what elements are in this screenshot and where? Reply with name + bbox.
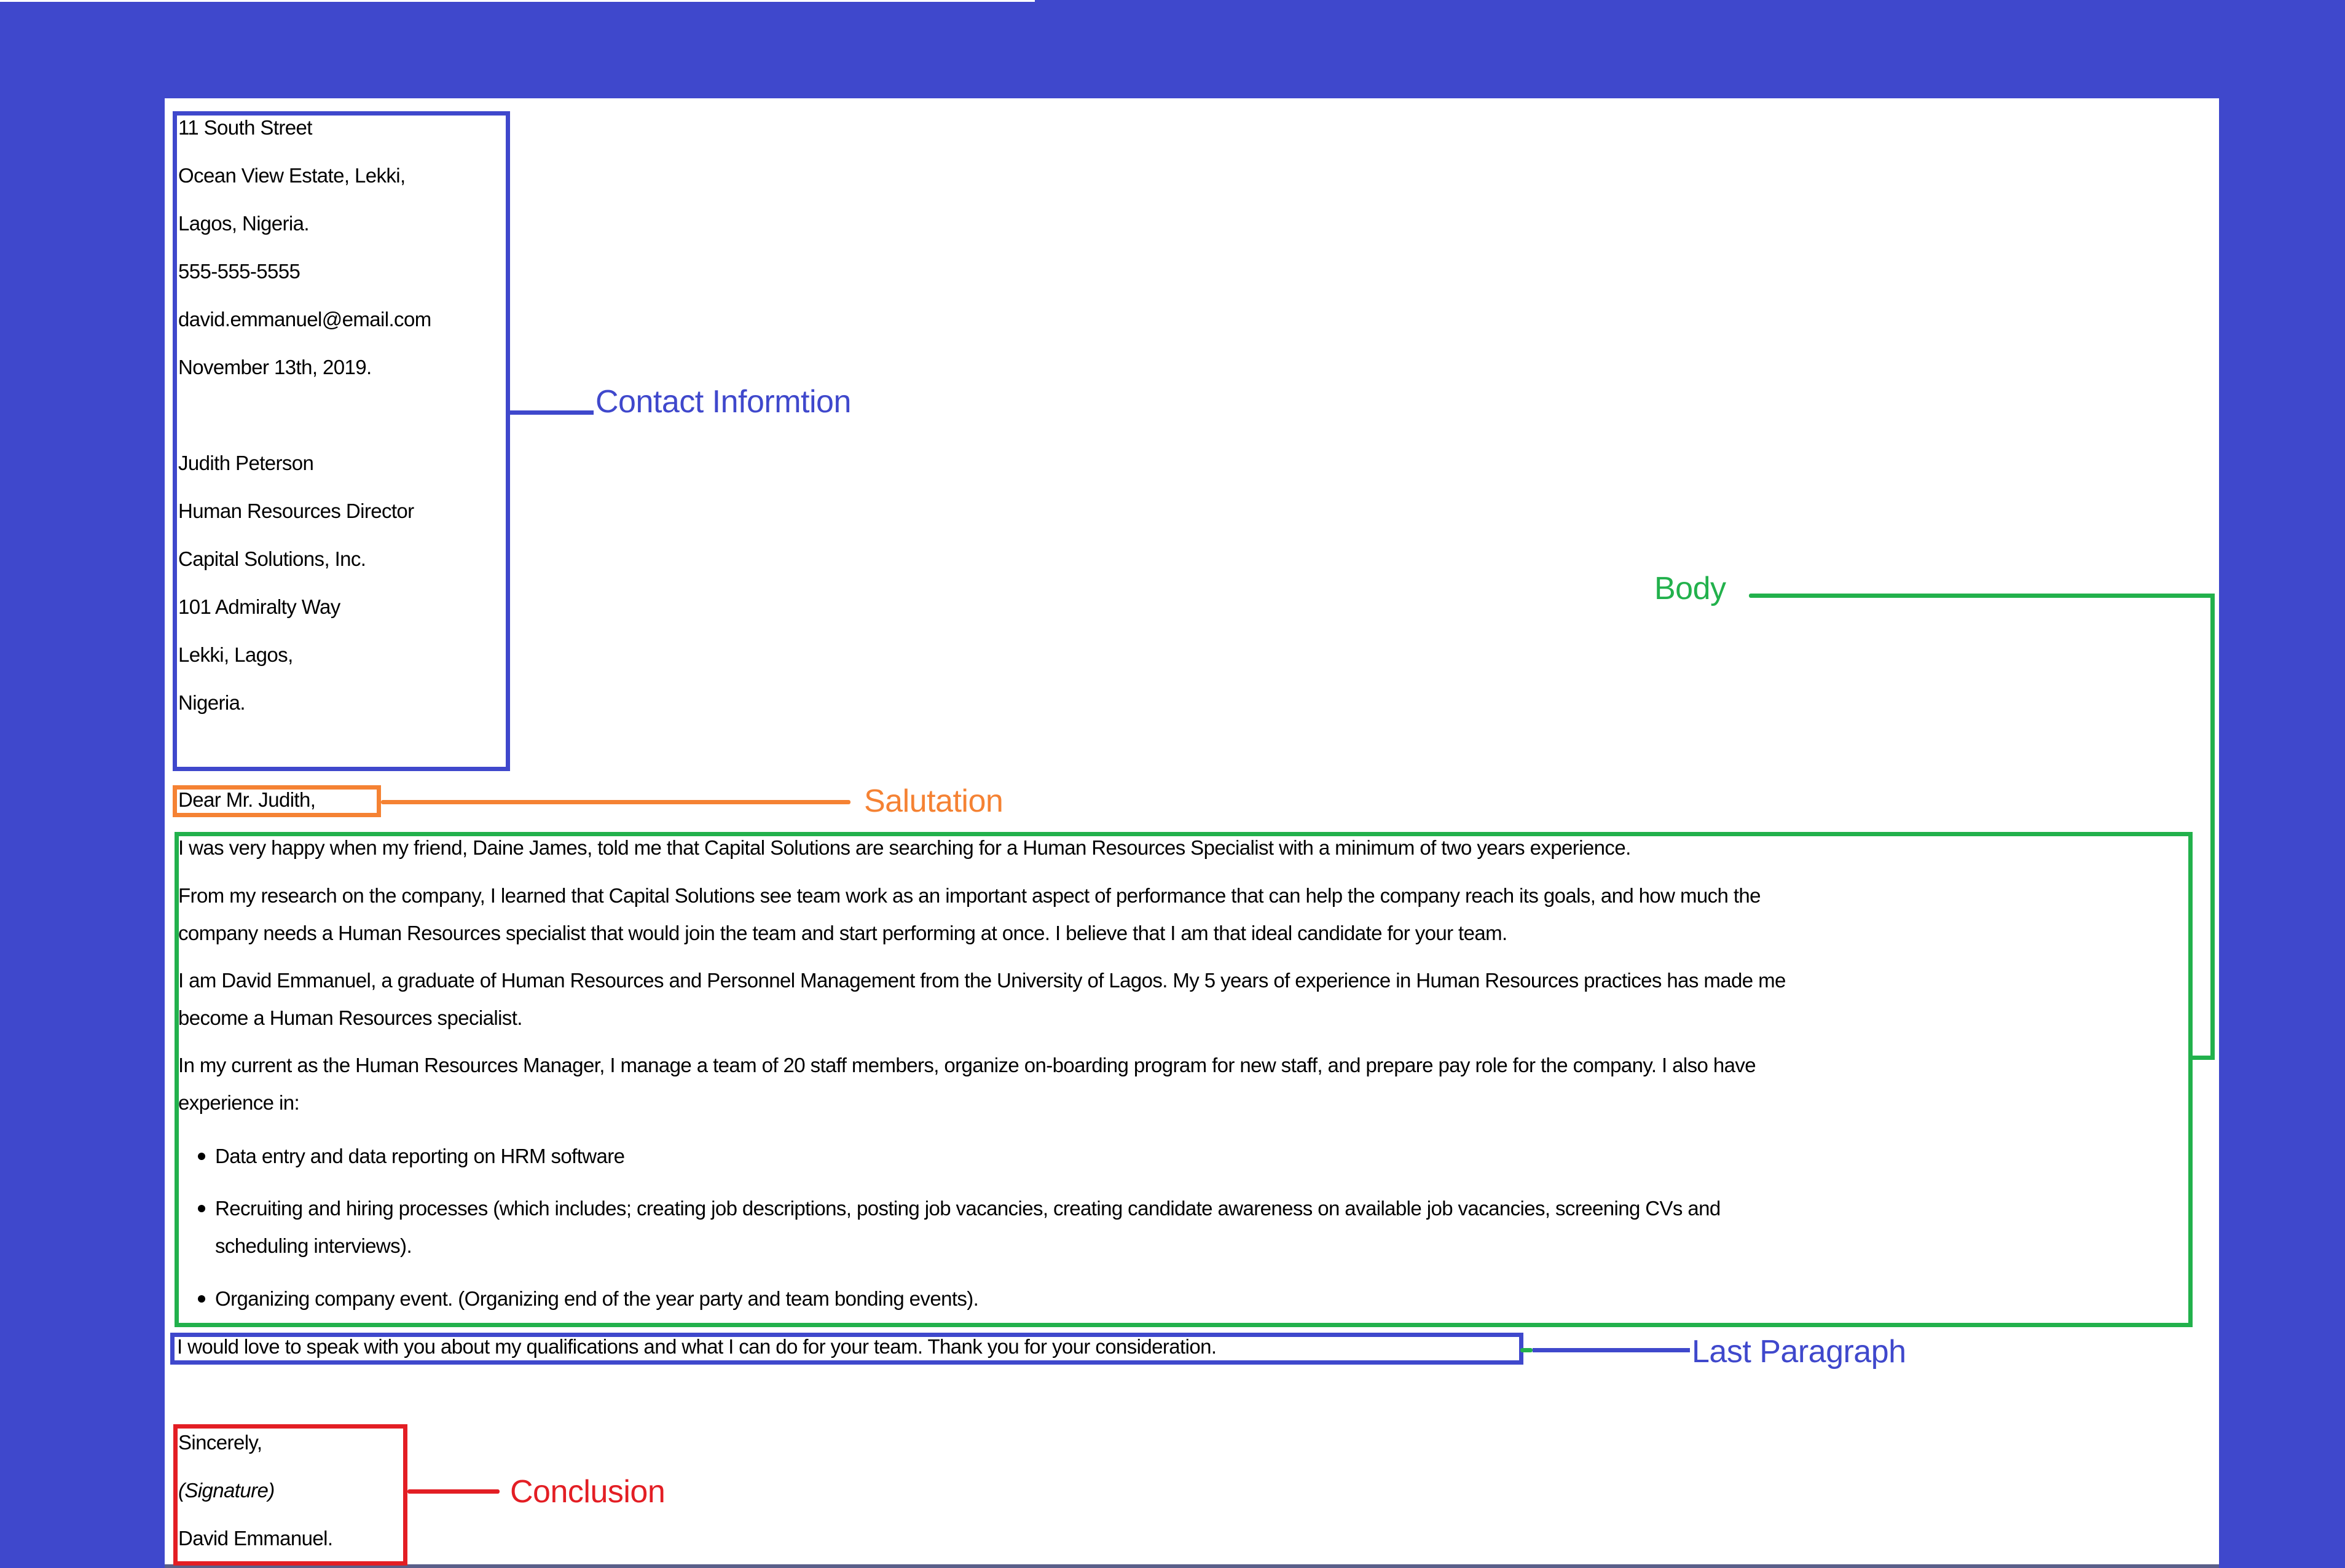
body-line: In my current as the Human Resources Man…: [178, 1054, 1756, 1076]
body-paragraph-1: I was very happy when my friend, Daine J…: [178, 836, 1631, 860]
body-line: I was very happy when my friend, Daine J…: [178, 836, 1631, 859]
recipient-name: Judith Peterson: [178, 452, 314, 474]
body-paragraph-4: In my current as the Human Resources Man…: [178, 1053, 1756, 1115]
sender-city: Lagos, Nigeria.: [178, 212, 310, 235]
body-connector-top: [1749, 594, 2215, 598]
sender-phone: 555-555-5555: [178, 260, 300, 283]
body-connector-vertical: [2210, 594, 2215, 1060]
salutation-text: Dear Mr. Judith,: [178, 788, 316, 811]
last-paragraph-connector: [1533, 1348, 1690, 1352]
bullet-item-2: Recruiting and hiring processes (which i…: [215, 1196, 1721, 1258]
body-annotation-label: Body: [1654, 571, 1726, 606]
bullet-line: scheduling interviews).: [215, 1234, 412, 1257]
recipient-country: Nigeria.: [178, 691, 246, 714]
recipient-company: Capital Solutions, Inc.: [178, 547, 366, 570]
sender-estate: Ocean View Estate, Lekki,: [178, 164, 406, 187]
letter-date: November 13th, 2019.: [178, 356, 372, 378]
recipient-title: Human Resources Director: [178, 500, 414, 522]
body-paragraph-3: I am David Emmanuel, a graduate of Human…: [178, 968, 1786, 1030]
closing-sign-off: Sincerely,: [178, 1431, 262, 1454]
top-edge-strip: [0, 0, 1035, 2]
contact-annotation-label: Contact Informtion: [595, 384, 851, 420]
sender-street: 11 South Street: [178, 116, 312, 139]
last-paragraph-annotation-label: Last Paragraph: [1692, 1334, 1906, 1370]
body-line: I am David Emmanuel, a graduate of Human…: [178, 969, 1786, 992]
closing-name: David Emmanuel.: [178, 1527, 333, 1550]
bullet-item-3: Organizing company event. (Organizing en…: [215, 1287, 979, 1311]
salutation-connector: [381, 800, 850, 804]
bullet-icon: [198, 1153, 205, 1160]
bullet-icon: [198, 1295, 205, 1303]
page-bottom-edge: [165, 1564, 2219, 1568]
contact-info-box: [173, 111, 510, 771]
body-line: become a Human Resources specialist.: [178, 1006, 522, 1029]
closing-signature: (Signature): [178, 1479, 275, 1502]
body-line: company needs a Human Resources speciali…: [178, 922, 1507, 944]
conclusion-annotation-label: Conclusion: [510, 1474, 666, 1510]
conclusion-connector: [407, 1489, 500, 1494]
bullet-item-1: Data entry and data reporting on HRM sof…: [215, 1144, 625, 1169]
recipient-street: 101 Admiralty Way: [178, 595, 340, 618]
body-line: experience in:: [178, 1091, 300, 1114]
body-paragraph-2: From my research on the company, I learn…: [178, 884, 1761, 946]
bullet-line: Data entry and data reporting on HRM sof…: [215, 1145, 625, 1167]
last-paragraph-connector-stub: [1520, 1348, 1533, 1352]
recipient-city: Lekki, Lagos,: [178, 643, 293, 666]
bullet-line: Organizing company event. (Organizing en…: [215, 1287, 979, 1310]
bullet-line: Recruiting and hiring processes (which i…: [215, 1197, 1721, 1220]
bullet-icon: [198, 1205, 205, 1212]
contact-connector: [510, 410, 594, 415]
last-paragraph-text: I would love to speak with you about my …: [177, 1335, 1217, 1358]
sender-email: david.emmanuel@email.com: [178, 308, 431, 331]
body-line: From my research on the company, I learn…: [178, 884, 1761, 907]
salutation-annotation-label: Salutation: [864, 783, 1004, 819]
